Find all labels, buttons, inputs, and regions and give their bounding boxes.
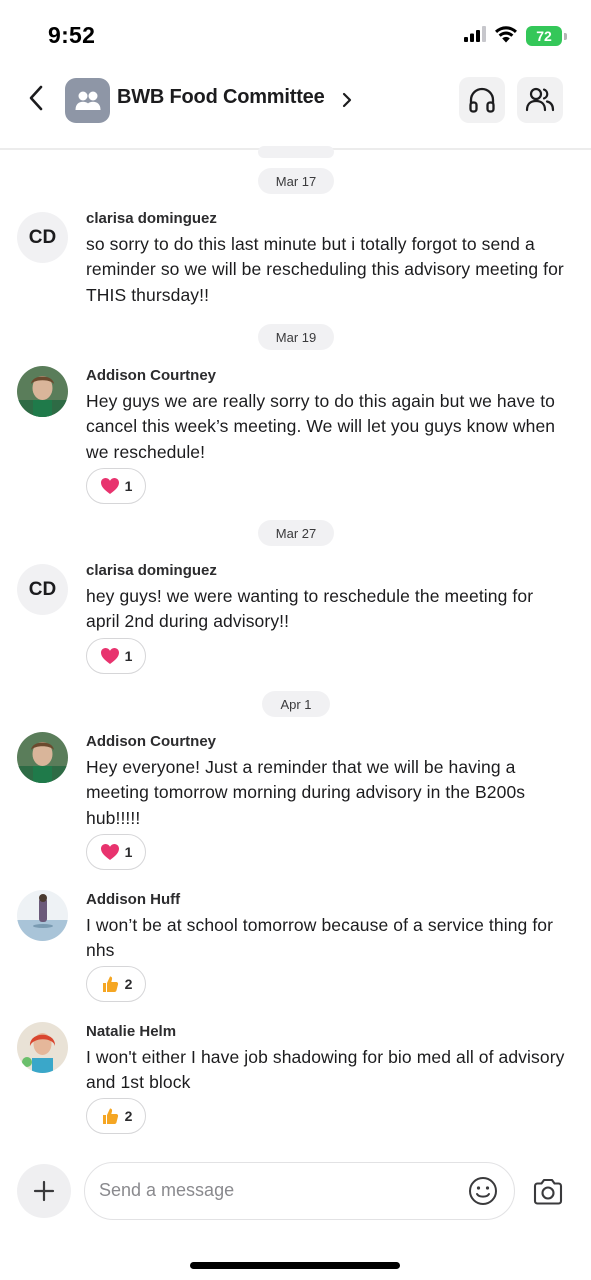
sender-name: Addison Courtney <box>86 367 216 384</box>
reaction-count: 1 <box>124 648 133 664</box>
message-text: I won't either I have job shadowing for … <box>86 1047 565 1093</box>
thumbs-up-icon <box>102 1108 118 1124</box>
wifi-icon <box>494 25 518 48</box>
avatar-photo-icon <box>17 890 68 941</box>
message-input[interactable] <box>99 1163 459 1218</box>
reaction-badge[interactable]: 2 <box>86 966 146 1002</box>
status-icons: 72 <box>464 24 567 48</box>
message-composer <box>0 1152 591 1232</box>
message-text: I won’t be at school tomorrow because of… <box>86 915 554 961</box>
avatar-photo-icon <box>17 732 68 783</box>
add-attachment-button[interactable] <box>17 1164 71 1218</box>
message-input-container[interactable] <box>84 1162 515 1220</box>
sender-name: Addison Courtney <box>86 733 216 750</box>
chevron-right-icon[interactable] <box>341 88 357 112</box>
reaction-badge[interactable]: 1 <box>86 638 146 674</box>
plus-icon <box>33 1180 55 1202</box>
avatar[interactable] <box>17 732 68 783</box>
reaction-badge[interactable]: 2 <box>86 1098 146 1134</box>
date-divider: Apr 1 <box>262 691 330 717</box>
sender-name: clarisa dominguez <box>86 210 217 227</box>
status-bar: 9:52 72 <box>0 0 591 70</box>
heart-icon <box>100 478 119 494</box>
reaction-count: 2 <box>124 1108 133 1124</box>
reaction-count: 1 <box>124 844 133 860</box>
group-people-icon <box>75 91 100 110</box>
group-title[interactable]: BWB Food Committee <box>117 86 325 109</box>
audio-call-button[interactable] <box>459 77 505 123</box>
camera-icon <box>533 1178 563 1205</box>
smiley-icon <box>469 1177 497 1205</box>
chevron-left-icon <box>29 85 43 111</box>
avatar[interactable] <box>17 890 68 941</box>
members-icon <box>525 87 555 112</box>
date-divider: Mar 17 <box>258 168 334 194</box>
cellular-signal-icon <box>464 25 486 47</box>
avatar[interactable]: CD <box>17 212 68 263</box>
date-divider: Mar 27 <box>258 520 334 546</box>
headphones-icon <box>469 87 495 113</box>
emoji-button[interactable] <box>467 1175 499 1207</box>
reaction-count: 2 <box>124 976 133 992</box>
date-divider: Mar 19 <box>258 324 334 350</box>
members-button[interactable] <box>517 77 563 123</box>
message-text: so sorry to do this last minute but i to… <box>86 234 564 305</box>
group-avatar[interactable] <box>65 78 110 123</box>
sender-name: Addison Huff <box>86 891 181 908</box>
reaction-badge[interactable]: 1 <box>86 468 146 504</box>
heart-icon <box>100 648 119 664</box>
message-text: hey guys! we were wanting to reschedule … <box>86 586 534 632</box>
heart-icon <box>100 844 119 860</box>
avatar[interactable] <box>17 366 68 417</box>
camera-button[interactable] <box>528 1174 568 1210</box>
sender-name: clarisa dominguez <box>86 562 217 579</box>
battery-tip <box>564 32 567 40</box>
status-time: 9:52 <box>48 22 96 48</box>
battery-indicator: 72 <box>526 26 562 46</box>
message-list[interactable]: Mar 17 CD clarisa dominguez so sorry to … <box>0 146 591 1152</box>
reaction-badge[interactable]: 1 <box>86 834 146 870</box>
thumbs-up-icon <box>102 976 118 992</box>
avatar-photo-icon <box>17 366 68 417</box>
avatar-photo-icon <box>17 1022 68 1073</box>
home-indicator <box>190 1262 400 1269</box>
avatar[interactable]: CD <box>17 564 68 615</box>
chat-header: BWB Food Committee <box>0 70 591 150</box>
avatar[interactable] <box>17 1022 68 1073</box>
date-divider-partial <box>258 146 334 158</box>
message-text: Hey guys we are really sorry to do this … <box>86 391 556 462</box>
battery-level: 72 <box>536 28 552 44</box>
sender-name: Natalie Helm <box>86 1023 177 1040</box>
reaction-count: 1 <box>124 478 133 494</box>
message-text: Hey everyone! Just a reminder that we wi… <box>86 757 526 828</box>
back-button[interactable] <box>20 82 52 114</box>
